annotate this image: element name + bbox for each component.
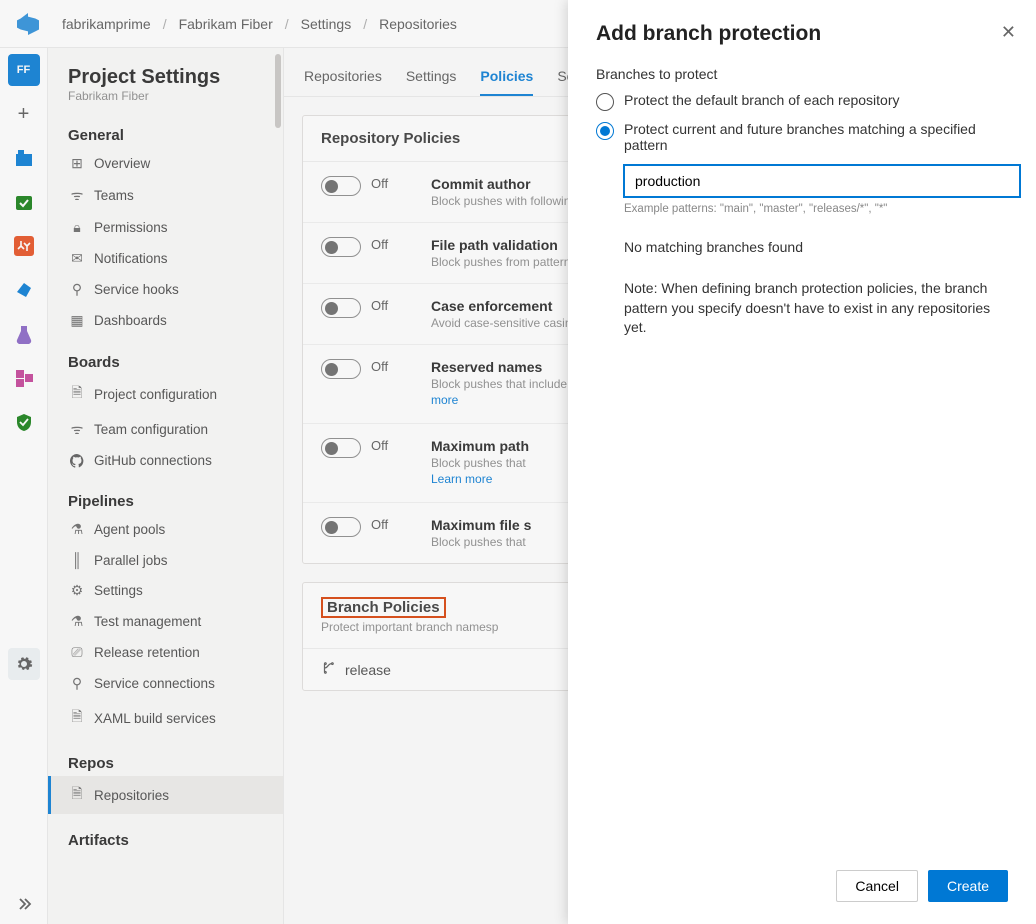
sidebar-item-repositories[interactable]: 🗎︎Repositories (48, 776, 283, 814)
release-icon: ⎚ (68, 644, 86, 661)
sidebar-item-dashboards[interactable]: ▦Dashboards (48, 305, 283, 336)
breadcrumb-1[interactable]: Fabrikam Fiber (173, 16, 279, 32)
section-pipelines: Pipelines (48, 475, 283, 514)
note-text: Note: When defining branch protection po… (624, 279, 1008, 338)
breadcrumb-3[interactable]: Repositories (373, 16, 463, 32)
toggle-state: Off (371, 298, 407, 313)
panel-title: Project Settings (68, 66, 263, 89)
dialog-title: Add branch protection (596, 22, 1008, 46)
settings-gear-icon[interactable] (8, 648, 40, 680)
learn-more-link[interactable]: Learn more (431, 472, 492, 486)
sidebar-item-xaml[interactable]: 🗎︎XAML build services (48, 699, 283, 737)
sidebar-item-service-hooks[interactable]: ⚲Service hooks (48, 274, 283, 305)
repo-icon: 🗎︎ (68, 783, 86, 807)
toggle-state: Off (371, 359, 407, 374)
parallel-icon: ║ (68, 552, 86, 568)
toggle-state: Off (371, 517, 407, 532)
add-branch-protection-dialog: Add branch protection ✕ Branches to prot… (568, 0, 1036, 924)
lock-icon: 🔒︎ (68, 219, 86, 236)
toggle-switch[interactable] (321, 438, 361, 458)
sidebar-item-team-config[interactable]: ᯤTeam configuration (48, 413, 283, 446)
sidebar-item-test-mgmt[interactable]: ⚗︎Test management (48, 606, 283, 637)
toggle-state: Off (371, 438, 407, 453)
sidebar-item-notifications[interactable]: ✉︎Notifications (48, 243, 283, 274)
project-avatar[interactable]: FF (8, 54, 40, 86)
tab-repositories[interactable]: Repositories (304, 68, 382, 96)
panel-subtitle: Fabrikam Fiber (68, 89, 263, 103)
learn-more-link[interactable]: more (431, 393, 458, 407)
team-config-icon: ᯤ (68, 420, 86, 439)
sidebar-item-github[interactable]: GitHub connections (48, 446, 283, 475)
gear-icon: ⚙︎ (68, 582, 86, 599)
no-matching-branches: No matching branches found (624, 239, 1008, 255)
sidebar-item-permissions[interactable]: 🔒︎Permissions (48, 212, 283, 243)
scrollbar-thumb[interactable] (275, 54, 281, 128)
toggle-switch[interactable] (321, 517, 361, 537)
azure-devops-logo-icon[interactable] (16, 12, 40, 36)
toggle-switch[interactable] (321, 359, 361, 379)
toggle-switch[interactable] (321, 298, 361, 318)
branch-name: release (345, 662, 391, 678)
add-icon[interactable]: + (8, 98, 40, 130)
bell-icon: ✉︎ (68, 250, 86, 267)
tab-policies[interactable]: Policies (480, 68, 533, 96)
cancel-button[interactable]: Cancel (836, 870, 918, 902)
toggle-state: Off (371, 237, 407, 252)
sidebar-item-release-retention[interactable]: ⎚Release retention (48, 637, 283, 668)
overview-icon: ⊞ (68, 155, 86, 172)
breadcrumb-sep: / (157, 16, 173, 32)
breadcrumb-0[interactable]: fabrikamprime (56, 16, 157, 32)
radio-pattern-branch[interactable]: Protect current and future branches matc… (596, 121, 1008, 153)
branch-icon (321, 661, 335, 678)
nav-pipelines-icon[interactable] (8, 274, 40, 306)
sidebar-item-parallel-jobs[interactable]: ║Parallel jobs (48, 545, 283, 575)
branch-policies-header: Branch Policies (321, 597, 446, 618)
hook-icon: ⚲ (68, 281, 86, 298)
teams-icon: ᯤ (68, 186, 86, 205)
nav-artifacts-icon[interactable] (8, 362, 40, 394)
sidebar-item-agent-pools[interactable]: ⚗︎Agent pools (48, 514, 283, 545)
nav-testplans-icon[interactable] (8, 318, 40, 350)
breadcrumb-sep: / (357, 16, 373, 32)
doc-icon: 🗎︎ (68, 382, 86, 406)
section-boards: Boards (48, 336, 283, 375)
radio-icon (596, 122, 614, 140)
flask-icon: ⚗︎ (68, 613, 86, 630)
create-button[interactable]: Create (928, 870, 1008, 902)
sidebar-item-pipeline-settings[interactable]: ⚙︎Settings (48, 575, 283, 606)
dashboard-icon: ▦ (68, 312, 86, 329)
section-repos: Repos (48, 737, 283, 776)
breadcrumb-2[interactable]: Settings (295, 16, 358, 32)
toggle-state: Off (371, 176, 407, 191)
close-icon[interactable]: ✕ (1001, 22, 1016, 43)
branches-to-protect-label: Branches to protect (596, 66, 1008, 82)
expand-nav-icon[interactable] (8, 888, 40, 920)
sidebar-item-teams[interactable]: ᯤTeams (48, 179, 283, 212)
sidebar-item-overview[interactable]: ⊞Overview (48, 148, 283, 179)
nav-shield-icon[interactable] (8, 406, 40, 438)
pattern-hint: Example patterns: "main", "master", "rel… (624, 203, 1008, 215)
tab-settings[interactable]: Settings (406, 68, 457, 96)
nav-test-icon[interactable] (8, 186, 40, 218)
service-conn-icon: ⚲ (68, 675, 86, 692)
nav-boards-icon[interactable] (8, 142, 40, 174)
github-icon (68, 454, 86, 468)
radio-default-branch[interactable]: Protect the default branch of each repos… (596, 92, 1008, 111)
branch-pattern-input[interactable] (624, 165, 1020, 197)
nav-repos-icon[interactable] (8, 230, 40, 262)
section-artifacts: Artifacts (48, 814, 283, 853)
xaml-icon: 🗎︎ (68, 706, 86, 730)
toggle-switch[interactable] (321, 237, 361, 257)
agent-icon: ⚗︎ (68, 521, 86, 538)
toggle-switch[interactable] (321, 176, 361, 196)
sidebar-item-project-config[interactable]: 🗎︎Project configuration (48, 375, 283, 413)
breadcrumb-sep: / (279, 16, 295, 32)
radio-icon (596, 93, 614, 111)
sidebar-item-service-connections[interactable]: ⚲Service connections (48, 668, 283, 699)
section-general: General (48, 109, 283, 148)
